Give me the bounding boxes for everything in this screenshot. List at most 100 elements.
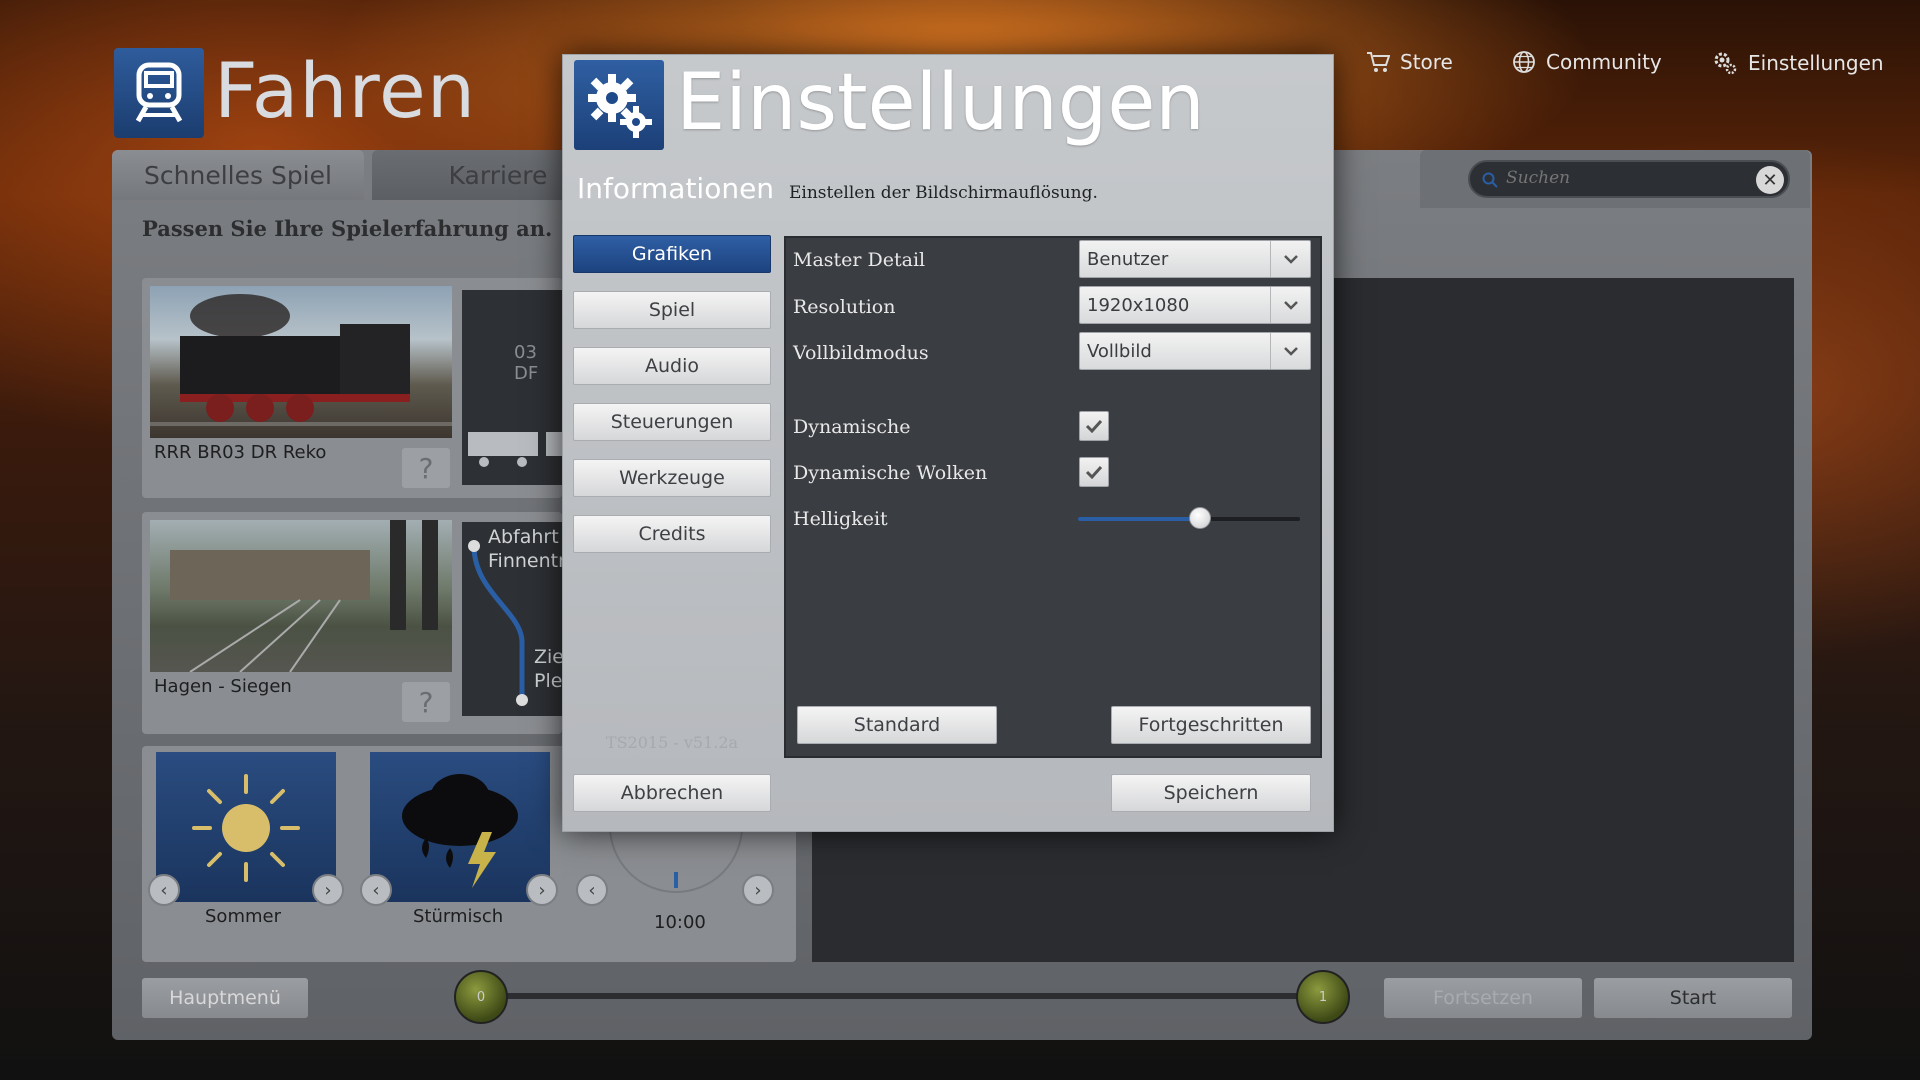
storm-icon xyxy=(402,774,518,888)
save-button-label: Speichern xyxy=(1163,782,1259,804)
resolution-label: Resolution xyxy=(793,296,896,318)
store-link[interactable]: Store xyxy=(1366,50,1453,74)
timeline-track[interactable] xyxy=(480,993,1322,999)
timeline-start-knob[interactable]: 0 xyxy=(454,970,508,1024)
default-button[interactable]: Standard xyxy=(797,706,997,744)
fullscreen-value: Vollbild xyxy=(1087,341,1152,362)
main-menu-label: Hauptmenü xyxy=(169,987,281,1009)
master-detail-dropdown[interactable]: Benutzer xyxy=(1079,240,1311,278)
save-button[interactable]: Speichern xyxy=(1111,774,1311,812)
time-label: 10:00 xyxy=(654,912,706,933)
route-name: Hagen - Siegen xyxy=(154,676,292,697)
advanced-button-label: Fortgeschritten xyxy=(1138,714,1284,736)
category-game-button[interactable]: Spiel xyxy=(573,291,771,329)
chevron-down-icon xyxy=(1270,287,1310,323)
category-audio-label: Audio xyxy=(644,355,699,377)
resolution-value: 1920x1080 xyxy=(1087,295,1190,316)
tab-quick-game-label: Schnelles Spiel xyxy=(144,160,332,190)
loco-code: 03 DF xyxy=(514,342,539,384)
community-link[interactable]: Community xyxy=(1512,50,1662,74)
weather-summer-tile xyxy=(156,752,336,902)
fullscreen-label: Vollbildmodus xyxy=(793,342,929,364)
store-label: Store xyxy=(1400,50,1453,74)
search-input[interactable] xyxy=(1506,168,1746,188)
sun-icon xyxy=(192,774,300,882)
search-clear-icon[interactable]: ✕ xyxy=(1756,166,1784,194)
tab-career-label: Karriere xyxy=(448,160,548,190)
dynamic-label: Dynamische xyxy=(793,416,911,438)
time-prev-icon[interactable]: ‹ xyxy=(576,874,608,906)
cancel-button[interactable]: Abbrechen xyxy=(573,774,771,812)
dialog-section-title: Informationen xyxy=(577,172,775,205)
category-credits-label: Credits xyxy=(638,523,706,545)
dynamic-clouds-checkbox[interactable] xyxy=(1079,457,1109,487)
page-title: Fahren xyxy=(214,46,476,135)
weather-next-icon[interactable]: › xyxy=(526,874,558,906)
route-map-tile: Abfahrt Finnentr Zie Ple xyxy=(462,522,566,716)
fullscreen-dropdown[interactable]: Vollbild xyxy=(1079,332,1311,370)
cancel-button-label: Abbrechen xyxy=(620,782,724,804)
route-start-label: Abfahrt xyxy=(488,526,559,548)
category-graphics-label: Grafiken xyxy=(631,243,713,265)
weather-summer-label: Sommer xyxy=(205,906,281,927)
route-end-label: Zie xyxy=(534,646,564,668)
search-icon xyxy=(1482,172,1498,188)
weather-storm-tile xyxy=(370,752,550,902)
category-controls-button[interactable]: Steuerungen xyxy=(573,403,771,441)
weather-storm-label: Stürmisch xyxy=(413,906,504,927)
category-tools-button[interactable]: Werkzeuge xyxy=(573,459,771,497)
route-image xyxy=(150,520,452,673)
advanced-button[interactable]: Fortgeschritten xyxy=(1111,706,1311,744)
brightness-label: Helligkeit xyxy=(793,508,888,530)
route-help-icon[interactable]: ? xyxy=(402,682,450,722)
gear-icon xyxy=(1714,52,1737,75)
brightness-slider-fill xyxy=(1078,517,1201,521)
category-tools-label: Werkzeuge xyxy=(619,467,725,489)
time-next-icon[interactable]: › xyxy=(742,874,774,906)
default-button-label: Standard xyxy=(853,714,941,736)
start-button[interactable]: Start xyxy=(1594,978,1792,1018)
brightness-slider-thumb[interactable] xyxy=(1189,507,1212,529)
summer-next-icon[interactable]: › xyxy=(312,874,344,906)
master-detail-value: Benutzer xyxy=(1087,249,1169,270)
main-menu-button[interactable]: Hauptmenü xyxy=(142,978,308,1018)
timeline-end-knob[interactable]: 1 xyxy=(1296,970,1350,1024)
version-label: TS2015 - v51.2a xyxy=(605,733,739,752)
category-audio-button[interactable]: Audio xyxy=(573,347,771,385)
route-start-sublabel: Finnentr xyxy=(488,550,566,572)
community-label: Community xyxy=(1546,50,1662,74)
timeline-end-label: 1 xyxy=(1318,989,1328,1005)
dynamic-checkbox[interactable] xyxy=(1079,411,1109,441)
cart-icon xyxy=(1367,52,1390,72)
category-graphics-button[interactable]: Grafiken xyxy=(573,235,771,273)
category-game-label: Spiel xyxy=(648,299,696,321)
settings-link[interactable]: Einstellungen xyxy=(1712,50,1884,76)
search-box[interactable]: ✕ xyxy=(1468,160,1790,198)
dialog-description: Einstellen der Bildschirmauflösung. xyxy=(789,183,1098,203)
checkmark-icon xyxy=(1085,465,1103,479)
tab-quick-game[interactable]: Schnelles Spiel xyxy=(112,150,364,200)
category-controls-label: Steuerungen xyxy=(610,411,734,433)
start-label: Start xyxy=(1669,987,1717,1009)
dynamic-clouds-label: Dynamische Wolken xyxy=(793,462,988,484)
resolution-dropdown[interactable]: 1920x1080 xyxy=(1079,286,1311,324)
summer-prev-icon[interactable]: ‹ xyxy=(148,874,180,906)
loco-preview-tile: 03 DF xyxy=(462,290,562,485)
route-end-sublabel: Ple xyxy=(534,670,563,692)
page-subtitle: Passen Sie Ihre Spielerfahrung an. xyxy=(142,216,553,241)
settings-label: Einstellungen xyxy=(1748,51,1884,75)
loco-image xyxy=(150,286,452,438)
timeline-start-label: 0 xyxy=(476,989,486,1005)
continue-button[interactable]: Fortsetzen xyxy=(1384,978,1582,1018)
dialog-title: Einstellungen xyxy=(676,58,1205,148)
chevron-down-icon xyxy=(1270,241,1310,277)
loco-help-icon[interactable]: ? xyxy=(402,448,450,488)
globe-icon xyxy=(1513,51,1535,73)
checkmark-icon xyxy=(1085,419,1103,433)
fahren-train-icon xyxy=(114,48,204,138)
continue-label: Fortsetzen xyxy=(1433,987,1533,1009)
category-credits-button[interactable]: Credits xyxy=(573,515,771,553)
weather-prev-icon[interactable]: ‹ xyxy=(360,874,392,906)
chevron-down-icon xyxy=(1270,333,1310,369)
loco-name: RRR BR03 DR Reko xyxy=(154,442,327,463)
